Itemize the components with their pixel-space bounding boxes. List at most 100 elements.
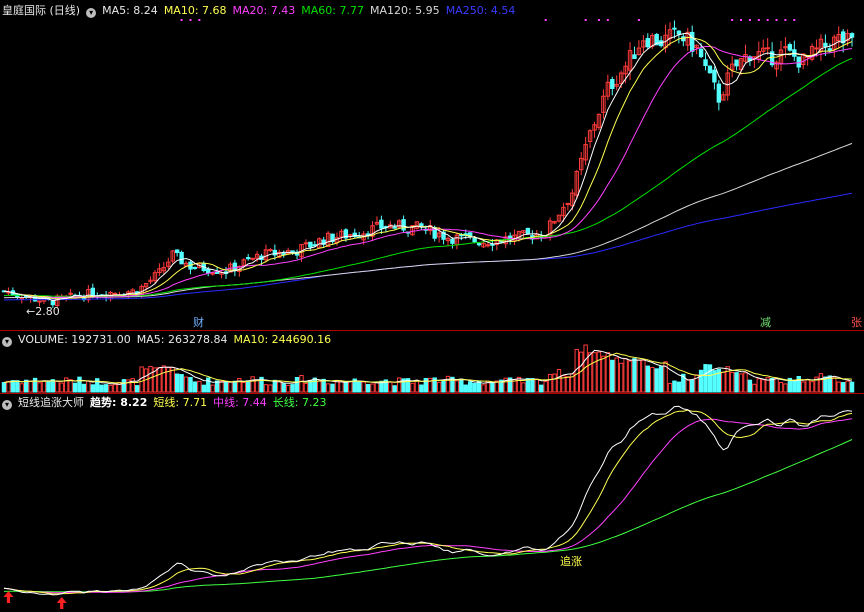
candle[interactable]	[690, 31, 695, 52]
volume-bar[interactable]	[792, 379, 797, 393]
volume-bar[interactable]	[468, 381, 473, 393]
volume-bar[interactable]	[232, 380, 238, 393]
volume-bar[interactable]	[99, 384, 104, 393]
candle[interactable]	[645, 37, 650, 48]
volume-bar[interactable]	[645, 365, 650, 393]
candle[interactable]	[707, 65, 713, 74]
volume-bar[interactable]	[357, 381, 362, 393]
volume-bar[interactable]	[46, 380, 51, 393]
volume-bar[interactable]	[840, 382, 846, 393]
candle[interactable]	[250, 257, 255, 260]
volume-bar[interactable]	[223, 381, 229, 393]
volume-bar[interactable]	[530, 378, 535, 393]
volume-bar[interactable]	[796, 376, 801, 393]
candle[interactable]	[379, 219, 384, 229]
volume-bar[interactable]	[246, 380, 251, 393]
volume-bar[interactable]	[459, 378, 464, 393]
candle[interactable]	[192, 266, 198, 269]
candle[interactable]	[716, 83, 722, 103]
candle[interactable]	[703, 59, 708, 67]
volume-bar[interactable]	[206, 377, 211, 393]
candle[interactable]	[676, 30, 682, 35]
reduction-event-marker[interactable]: 减	[760, 317, 771, 329]
candle[interactable]	[485, 244, 491, 247]
candle[interactable]	[210, 272, 215, 275]
volume-bar[interactable]	[365, 384, 371, 393]
volume-bar[interactable]	[610, 359, 615, 393]
candle[interactable]	[849, 33, 855, 38]
candle[interactable]	[392, 226, 397, 229]
volume-bar[interactable]	[201, 384, 207, 393]
volume-bar[interactable]	[174, 373, 180, 393]
candle[interactable]	[827, 48, 833, 51]
volume-bar[interactable]	[312, 377, 318, 393]
candle[interactable]	[174, 249, 180, 254]
volume-bar[interactable]	[690, 379, 695, 393]
candle[interactable]	[303, 242, 309, 245]
volume-bar[interactable]	[72, 382, 78, 393]
volume-bar[interactable]	[769, 377, 775, 393]
candle[interactable]	[734, 59, 739, 67]
candle[interactable]	[19, 297, 24, 300]
candle[interactable]	[672, 27, 677, 30]
volume-bar[interactable]	[10, 380, 16, 393]
volume-bar[interactable]	[472, 382, 477, 393]
volume-bar[interactable]	[188, 377, 193, 393]
volume-bar[interactable]	[343, 380, 349, 393]
candle[interactable]	[308, 241, 313, 248]
candle[interactable]	[610, 79, 615, 89]
candle[interactable]	[246, 257, 251, 260]
candle[interactable]	[290, 250, 295, 253]
candle[interactable]	[450, 238, 455, 244]
volume-bar[interactable]	[95, 378, 100, 393]
volume-bar[interactable]	[632, 358, 637, 393]
volume-bar[interactable]	[50, 379, 56, 393]
volume-bar[interactable]	[463, 384, 468, 393]
volume-bar[interactable]	[539, 384, 544, 393]
volume-bar[interactable]	[330, 383, 335, 393]
dropdown-circle-icon[interactable]: ▾	[2, 337, 12, 347]
volume-bar[interactable]	[179, 374, 184, 393]
candle[interactable]	[698, 48, 704, 58]
volume-bar[interactable]	[192, 381, 198, 393]
candle[interactable]	[823, 42, 828, 47]
candle[interactable]	[525, 227, 531, 235]
volume-bar[interactable]	[294, 376, 300, 393]
volume-bar[interactable]	[849, 381, 855, 393]
volume-bar[interactable]	[654, 368, 659, 393]
candle[interactable]	[712, 69, 717, 83]
candle[interactable]	[787, 44, 793, 51]
candle[interactable]	[206, 268, 211, 274]
candle[interactable]	[476, 243, 482, 246]
stock-chart-canvas[interactable]	[0, 0, 864, 612]
finance-event-marker[interactable]: 财	[193, 317, 204, 329]
volume-bar[interactable]	[698, 369, 704, 393]
volume-bar[interactable]	[121, 379, 127, 393]
candle[interactable]	[814, 47, 819, 50]
volume-bar[interactable]	[90, 384, 95, 393]
volume-bar[interactable]	[1, 381, 7, 393]
volume-bar[interactable]	[525, 378, 531, 393]
volume-bar[interactable]	[707, 364, 713, 393]
volume-bar[interactable]	[281, 383, 286, 393]
candle[interactable]	[232, 262, 238, 272]
volume-bar[interactable]	[734, 372, 739, 393]
volume-bar[interactable]	[676, 381, 682, 393]
volume-bar[interactable]	[747, 379, 753, 393]
dropdown-circle-icon[interactable]: ▾	[86, 8, 97, 18]
volume-bar[interactable]	[703, 364, 708, 393]
volume-bar[interactable]	[392, 385, 397, 393]
volume-bar[interactable]	[103, 384, 109, 393]
volume-bar[interactable]	[135, 385, 140, 393]
candle[interactable]	[214, 271, 220, 274]
volume-bar[interactable]	[490, 381, 495, 393]
volume-bar[interactable]	[77, 376, 82, 393]
volume-bar[interactable]	[290, 384, 295, 393]
candle[interactable]	[472, 237, 477, 243]
volume-bar[interactable]	[81, 383, 87, 393]
candle[interactable]	[401, 219, 406, 231]
volume-bar[interactable]	[15, 380, 20, 393]
candle[interactable]	[268, 249, 273, 252]
volume-bar[interactable]	[441, 380, 446, 393]
volume-bar[interactable]	[672, 380, 677, 393]
